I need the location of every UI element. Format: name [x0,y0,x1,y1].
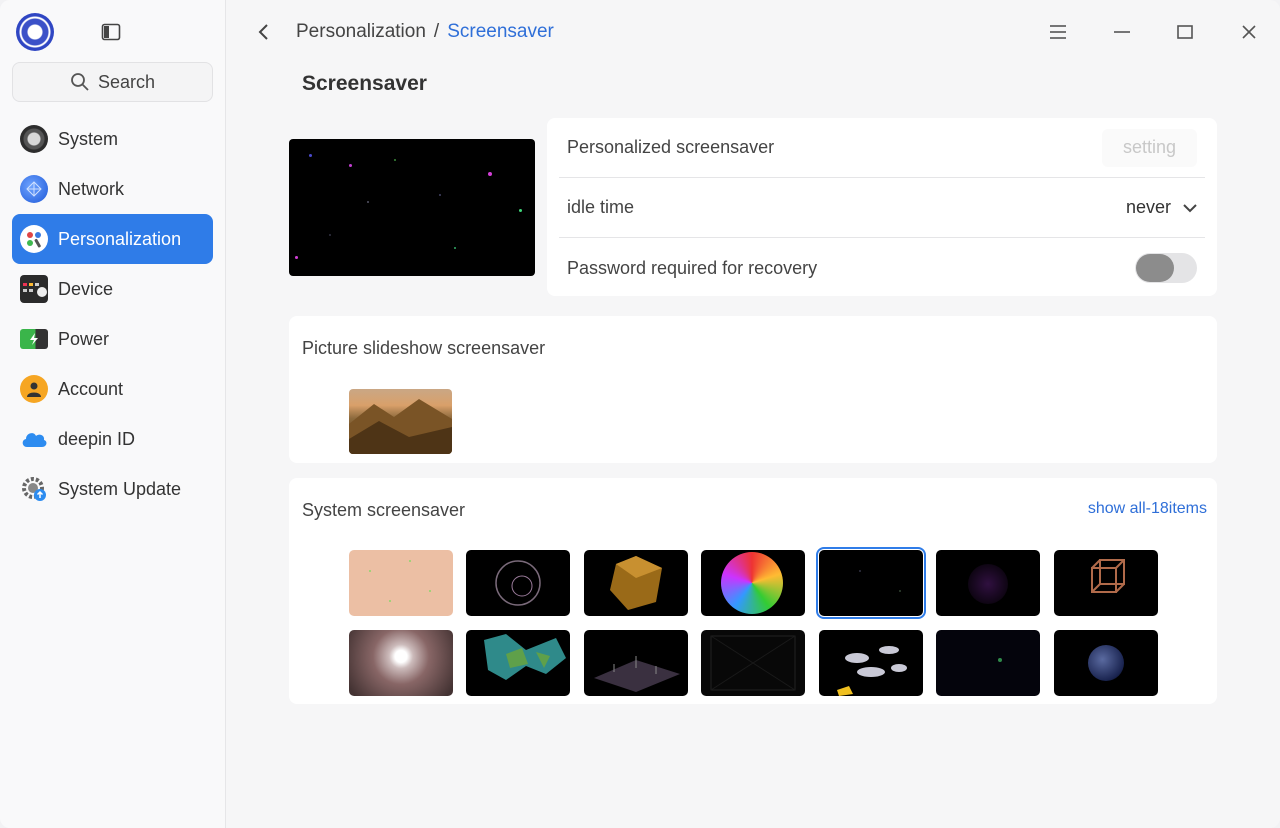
device-icon [20,275,48,303]
toggle-knob [1136,254,1174,282]
sidebar-item-label: Power [58,328,110,349]
sidebar-item-personalization[interactable]: Personalization [12,214,213,264]
system-screensaver-title: System screensaver [302,500,466,520]
personalized-screensaver-row: Personalized screensaver setting [559,118,1205,178]
screensaver-settings-card: Personalized screensaver setting idle ti… [547,118,1217,296]
screensaver-thumb[interactable] [1054,550,1158,616]
sidebar-toggle-icon[interactable] [101,23,121,41]
slideshow-thumbnail[interactable] [349,389,452,454]
idle-time-row: idle time never [559,178,1205,238]
screensaver-preview [289,139,535,276]
screensaver-thumb[interactable] [466,630,570,696]
window: Search System Network Personalization De… [0,0,1280,828]
search-placeholder: Search [97,71,156,92]
screensaver-thumb[interactable] [819,630,923,696]
sidebar-item-label: deepin ID [58,428,136,449]
screensaver-thumb[interactable] [936,630,1040,696]
system-screensaver-card: System screensaver show all-18items [289,478,1217,704]
screensaver-thumb[interactable] [466,550,570,616]
power-icon [20,329,48,349]
sidebar-item-system-update[interactable]: System Update [12,464,213,514]
sidebar-item-label: Personalization [58,228,182,249]
sidebar-item-label: Device [58,278,114,299]
sidebar-item-deepin-id[interactable]: deepin ID [12,414,213,464]
slideshow-title: Picture slideshow screensaver [302,338,546,358]
menu-icon[interactable] [1046,20,1070,44]
account-icon [20,375,48,403]
sidebar-item-label: System Update [58,478,182,499]
sidebar-item-network[interactable]: Network [12,164,213,214]
screensaver-thumb[interactable] [936,550,1040,616]
idle-time-select[interactable]: never [1126,197,1197,218]
sidebar-item-label: System [58,128,119,149]
screensaver-thumb[interactable] [584,630,688,696]
sidebar-item-power[interactable]: Power [12,314,213,364]
sidebar-item-device[interactable]: Device [12,264,213,314]
sidebar-item-label: Account [58,378,124,399]
system-icon [20,125,48,153]
personalized-screensaver-label: Personalized screensaver [567,137,775,157]
idle-time-label: idle time [567,197,635,217]
search-input[interactable]: Search [12,62,213,102]
maximize-icon[interactable] [1173,20,1197,44]
sidebar-nav: System Network Personalization Device Po… [12,114,213,514]
minimize-icon[interactable] [1110,20,1134,44]
app-logo-icon [16,13,54,51]
slideshow-card: Picture slideshow screensaver [289,316,1217,463]
idle-time-value: never [1125,197,1171,217]
breadcrumb: Personalization / Screensaver [296,21,554,43]
titlebar: Personalization / Screensaver [226,0,1280,64]
sidebar-item-system[interactable]: System [12,114,213,164]
sidebar-item-label: Network [58,178,125,199]
password-toggle[interactable] [1135,253,1197,283]
password-label: Password required for recovery [567,257,818,278]
screensaver-thumb[interactable] [349,550,453,616]
search-icon [71,73,89,91]
page-title: Screensaver [302,72,427,95]
show-all-link[interactable]: show all-18items [1088,500,1207,518]
cloud-icon [20,425,48,453]
screensaver-thumb[interactable] [584,550,688,616]
update-icon [20,475,48,503]
personalization-icon [20,225,48,253]
screensaver-thumb[interactable] [349,630,453,696]
sidebar-item-account[interactable]: Account [12,364,213,414]
close-icon[interactable] [1237,20,1261,44]
password-row: Password required for recovery [559,238,1205,298]
sidebar: Search System Network Personalization De… [0,0,226,828]
network-icon [20,175,48,203]
breadcrumb-parent[interactable]: Personalization [296,21,426,43]
chevron-down-icon [1183,203,1197,212]
screensaver-thumb[interactable] [1054,630,1158,696]
screensaver-thumb[interactable] [701,630,805,696]
back-arrow-icon[interactable] [254,22,274,42]
screensaver-thumb-selected[interactable] [816,547,926,619]
screensaver-thumb[interactable] [701,550,805,616]
breadcrumb-separator: / [433,21,440,42]
breadcrumb-current: Screensaver [447,21,554,42]
setting-button[interactable]: setting [1102,128,1197,167]
